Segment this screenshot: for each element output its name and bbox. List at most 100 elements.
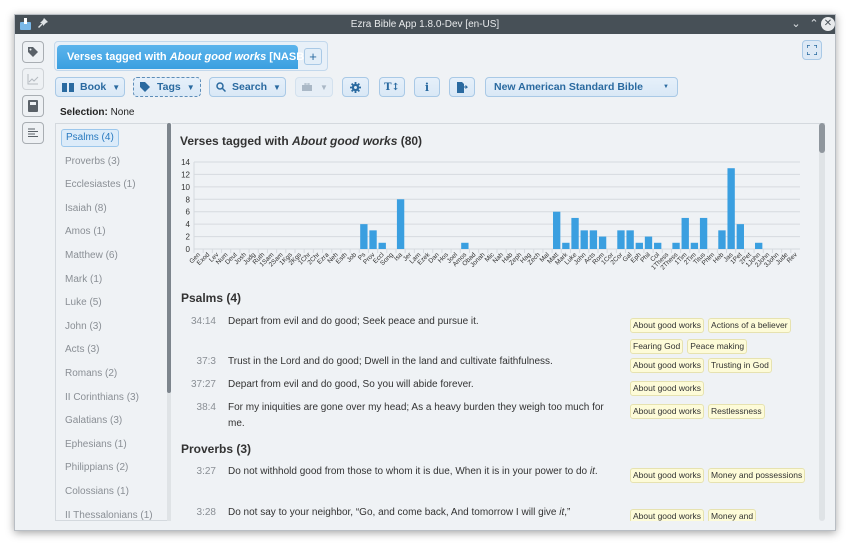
book-list-item[interactable]: Romans (2) [61,365,121,383]
tags-button-label: Tags [157,81,181,93]
y-tick-label: 12 [181,170,190,179]
verse-tags: About good works Trusting in God [630,355,810,376]
text-align-left-icon [28,128,38,137]
tag-badge[interactable]: About good works [630,404,705,419]
bar-Titus [699,217,708,249]
tag-badge[interactable]: Money and possessions [708,468,806,483]
bar-Prov [369,230,377,249]
bar-Col [654,242,662,249]
verse-reference: 34:14 [190,316,216,327]
app-window: Ezra Bible App 1.8.0-Dev [en-US] ⌄ ⌃ ✕ V… [14,14,836,531]
fullscreen-button[interactable] [802,40,822,60]
y-tick-label: 14 [181,158,190,167]
tags-button[interactable]: Tags ▼ [133,77,201,97]
tag-badge[interactable]: About good works [630,468,705,483]
tag-badge[interactable]: Money and [708,509,757,521]
book-list-item[interactable]: Galatians (3) [61,412,126,430]
tab-verses-tagged[interactable]: Verses tagged with About good works [NAS… [57,45,308,69]
tag-badge[interactable]: Fearing God [630,339,684,354]
verse-list-scroll-thumb[interactable] [819,123,825,153]
export-button[interactable] [449,77,475,97]
tab-strip: Verses tagged with About good works [NAS… [54,41,328,71]
bar-Acts [589,230,598,249]
tag-badge[interactable]: Restlessness [708,404,765,419]
bar-1Pet [736,224,744,249]
window-title: Ezra Bible App 1.8.0-Dev [en-US] [350,19,500,30]
bar-Heb [718,230,726,249]
info-button[interactable]: i [414,77,440,97]
book-list-item[interactable]: Colossians (1) [61,483,133,501]
caret-down-icon: ▼ [112,82,121,92]
font-size-button[interactable]: T↕ [379,77,405,97]
maximize-button[interactable]: ⌃ [807,17,821,31]
book-list-item[interactable]: Psalms (4) [61,129,119,147]
verse-text: Do not withhold good from those to whom … [228,466,598,477]
info-icon: i [424,80,430,94]
verse-reference: 38:4 [196,402,216,413]
book-list-item[interactable]: Isaiah (8) [61,200,111,218]
close-button[interactable]: ✕ [821,17,835,31]
book-list-item[interactable]: Luke (5) [61,294,106,312]
toolbox-button[interactable]: ▼ [295,77,333,97]
book-list-scroll-thumb[interactable] [167,123,171,393]
heading-tag: About good works [292,134,398,148]
bar-Mark [562,242,570,249]
search-button[interactable]: Search ▼ [209,77,286,97]
book-list-item[interactable]: Acts (3) [61,341,103,359]
caret-down-icon: ▼ [663,84,669,90]
tag-badge[interactable]: Actions of a believer [708,318,791,333]
book-list-item[interactable]: Ephesians (1) [61,436,131,454]
chart-panel-button[interactable] [22,68,44,90]
verse-list-scrollbar[interactable] [819,123,825,521]
selection-status: Selection: None [60,107,134,118]
verse-reference: 3:28 [196,507,216,518]
bar-Eph [635,242,643,249]
y-tick-label: 10 [181,183,190,192]
add-tab-button[interactable]: + [304,48,322,65]
title-bar: Ezra Bible App 1.8.0-Dev [en-US] ⌄ ⌃ ✕ [15,15,835,34]
tag-distribution-chart: 02468101214GenExodLevNumDeutJoshJudgRuth… [181,158,800,271]
book-list-item[interactable]: John (3) [61,318,106,336]
bar-Isa [396,199,405,249]
book-list-scrollbar[interactable] [167,123,171,521]
bar-Luke [571,217,579,249]
book-list-item[interactable]: Ecclesiastes (1) [61,176,140,194]
tag-badge[interactable]: About good works [630,318,705,333]
book-list-item[interactable]: Mark (1) [61,271,106,289]
book-button-label: Book [80,81,107,93]
book-section-heading: Proverbs (3) [181,442,252,456]
tag-icon [28,47,38,57]
book-open-icon [62,82,74,92]
tag-badge[interactable]: About good works [630,358,705,373]
y-tick-label: 6 [186,208,191,217]
tag-badge[interactable]: Peace making [687,339,748,354]
book-list-item[interactable]: Proverbs (3) [61,153,124,171]
book-list-item[interactable]: Amos (1) [61,223,110,241]
book-list-item[interactable]: II Corinthians (3) [61,389,143,407]
verse-tags: About good works Money and [630,506,810,521]
outline-panel-button[interactable] [22,122,44,144]
book-selector-button[interactable]: Book ▼ [55,77,125,97]
minimize-button[interactable]: ⌄ [789,17,803,31]
tag-badge[interactable]: About good works [630,509,705,521]
book-list: Psalms (4) Proverbs (3) Ecclesiastes (1) Is… [55,123,169,521]
translation-select-value: New American Standard Bible [494,81,643,93]
tag-badge[interactable]: Trusting in God [708,358,772,373]
bar-Ps [360,224,368,249]
verse-text: Depart from evil and do good; Seek peace… [228,316,479,327]
dictionary-panel-button[interactable] [22,95,44,117]
tag-badge[interactable]: About good works [630,381,705,396]
tags-panel-button[interactable] [22,41,44,63]
verse-tags: About good works Restlessness [630,401,810,422]
bar-Gal [626,230,634,249]
search-button-label: Search [232,81,268,93]
settings-button[interactable] [342,77,369,97]
tagged-verses-heading: Verses tagged with About good works (80) [180,134,422,148]
book-list-item[interactable]: Philippians (2) [61,459,132,477]
book-list-item[interactable]: Matthew (6) [61,247,122,265]
bar-2Tim [690,242,699,249]
book-list-item[interactable]: II Thessalonians (1) [61,507,157,520]
gear-icon [350,81,361,93]
verse-text: For my iniquities are gone over my head;… [228,402,604,429]
translation-select[interactable]: New American Standard Bible ▼ [485,77,678,97]
